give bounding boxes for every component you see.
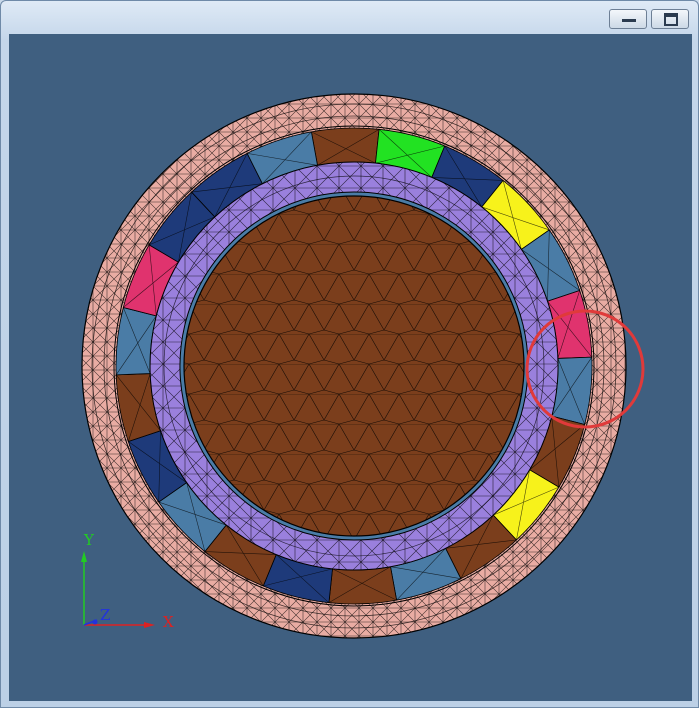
z-axis-marker [92,619,98,625]
3d-viewport[interactable]: Y Z X [9,34,692,701]
title-bar[interactable] [1,1,698,33]
y-axis-label: Y [83,531,95,549]
x-axis-label: X [163,613,174,631]
z-axis-label: Z [100,606,110,624]
minimize-button[interactable] [609,9,647,29]
maximize-button[interactable] [651,9,689,29]
maximize-icon [664,13,678,26]
inner-core [183,195,525,537]
minimize-icon [622,19,636,22]
viewer-window: Y Z X [0,0,699,708]
bearing-mesh-render[interactable]: Y Z X [9,34,692,701]
